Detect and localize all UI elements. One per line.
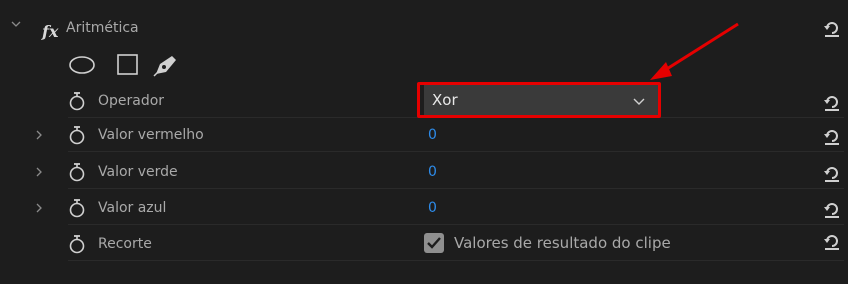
- divider: [68, 151, 844, 152]
- reset-icon[interactable]: [822, 231, 842, 251]
- chevron-right-icon[interactable]: [34, 166, 44, 181]
- divider: [68, 260, 844, 261]
- chevron-right-icon[interactable]: [34, 202, 44, 217]
- annotation-highlight-box: [417, 82, 661, 118]
- property-row-blue: Valor azul 0: [0, 191, 848, 225]
- red-value-label: Valor vermelho: [98, 127, 204, 143]
- clip-result-checkbox-label[interactable]: Valores de resultado do clipe: [454, 234, 671, 252]
- clip-result-checkbox[interactable]: [424, 233, 444, 253]
- divider: [68, 224, 844, 225]
- effect-title: Aritmética: [66, 20, 139, 36]
- stopwatch-icon[interactable]: [68, 91, 86, 111]
- property-row-green: Valor verde 0: [0, 155, 848, 189]
- blue-value-label: Valor azul: [98, 200, 167, 216]
- ellipse-mask-icon: [69, 56, 95, 74]
- reset-icon[interactable]: [822, 199, 842, 219]
- mask-tools: [68, 52, 188, 78]
- effect-controls-panel: fx Aritmética Operador Xor Valor vermelh…: [0, 0, 848, 284]
- reset-icon[interactable]: [822, 18, 842, 38]
- chevron-down-icon[interactable]: [10, 18, 22, 33]
- clip-label: Recorte: [98, 236, 152, 252]
- reset-icon[interactable]: [822, 126, 842, 146]
- chevron-right-icon[interactable]: [34, 129, 44, 144]
- rectangle-mask-icon: [117, 54, 138, 75]
- property-row-red: Valor vermelho 0: [0, 118, 848, 152]
- red-value[interactable]: 0: [428, 127, 437, 143]
- effect-header-row[interactable]: fx Aritmética: [0, 16, 848, 50]
- checkmark-icon: [427, 237, 441, 249]
- operator-label: Operador: [98, 93, 165, 109]
- reset-icon[interactable]: [822, 92, 842, 112]
- divider: [68, 188, 844, 189]
- green-value-label: Valor verde: [98, 164, 178, 180]
- stopwatch-icon[interactable]: [68, 234, 86, 254]
- green-value[interactable]: 0: [428, 164, 437, 180]
- pen-mask-icon: [153, 56, 176, 77]
- stopwatch-icon[interactable]: [68, 125, 86, 145]
- reset-icon[interactable]: [822, 163, 842, 183]
- stopwatch-icon[interactable]: [68, 198, 86, 218]
- blue-value[interactable]: 0: [428, 200, 437, 216]
- stopwatch-icon[interactable]: [68, 162, 86, 182]
- fx-icon: fx: [42, 22, 59, 41]
